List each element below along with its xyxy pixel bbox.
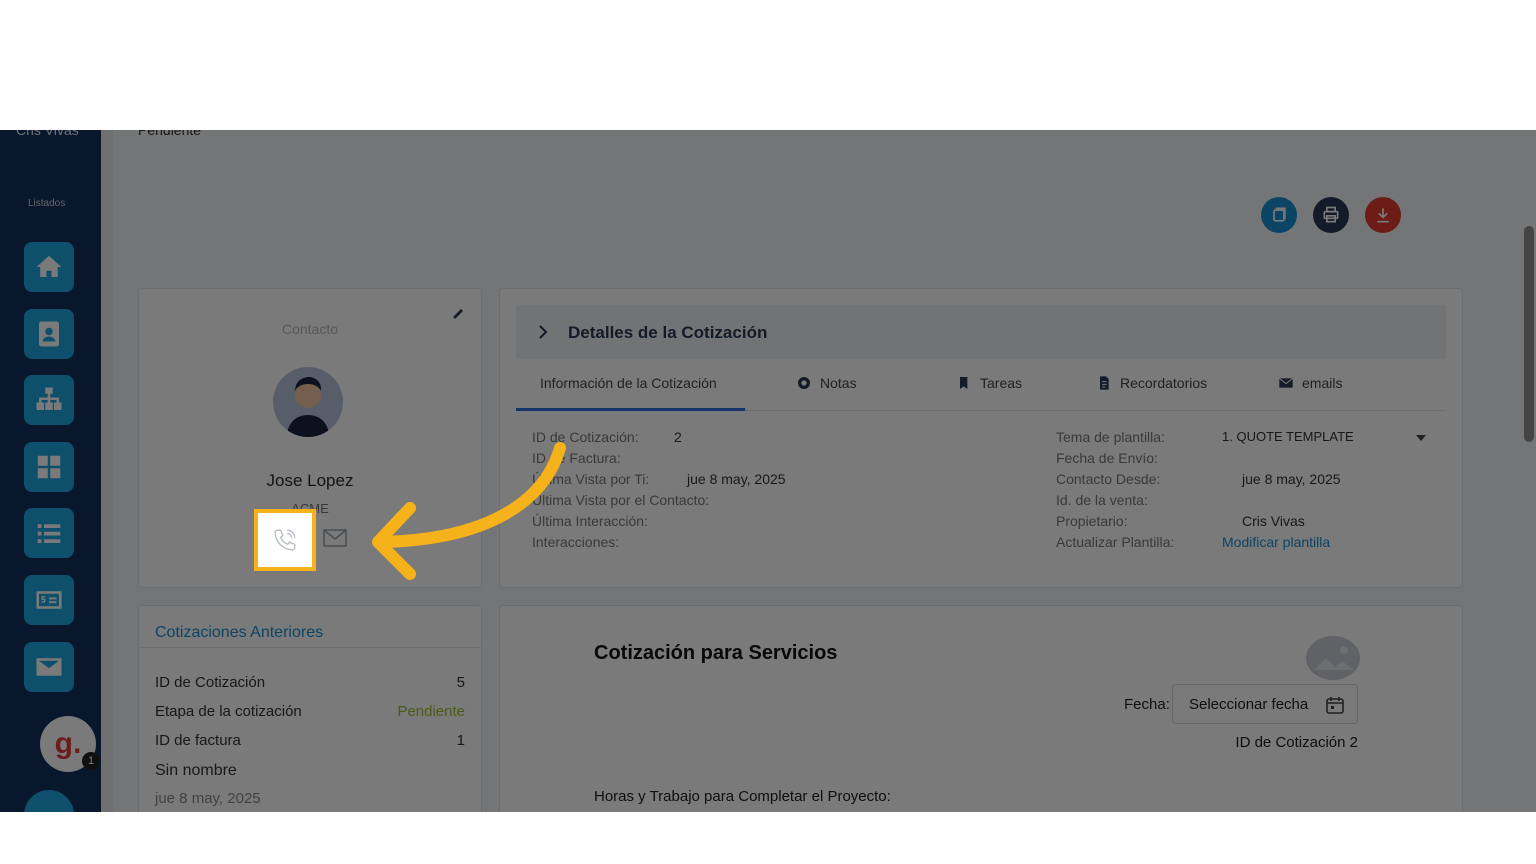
tab-notes-label: Notas [820, 375, 857, 391]
tab-info-label: Información de la Cotización [540, 375, 717, 391]
sidebar: Cris Vivas Listados g. 1 [0, 130, 101, 812]
fecha-envio-label: Fecha de Envío: [1056, 450, 1158, 466]
pointer-arrow-icon [372, 442, 566, 580]
quote-title: Cotización para Servicios [594, 642, 838, 664]
previous-quotes-divider [139, 647, 481, 648]
notes-icon [798, 377, 810, 389]
tema-plantilla-select[interactable]: 1. QUOTE TEMPLATE [1222, 429, 1354, 444]
tab-reminders-label: Recordatorios [1120, 375, 1208, 391]
emails-icon [1279, 377, 1293, 388]
invoice-icon [36, 591, 62, 609]
horas-trabajo-label: Horas y Trabajo para Completar el Proyec… [594, 788, 891, 805]
print-button[interactable] [1313, 197, 1349, 233]
calendar-icon[interactable] [1325, 695, 1345, 715]
contacto-desde-label: Contacto Desde: [1056, 471, 1161, 487]
sidebar-item-dashboard[interactable] [24, 442, 74, 492]
fecha-placeholder: Seleccionar fecha [1189, 695, 1309, 713]
prev-etapa-value: Pendiente [397, 703, 465, 720]
sidebar-item-lists[interactable] [24, 508, 74, 558]
modificar-plantilla-link[interactable]: Modificar plantilla [1222, 534, 1330, 550]
stage-text: Pendiente [138, 130, 202, 138]
id-cotizacion-value: 2 [674, 429, 682, 445]
previous-quotes-title: Cotizaciones Anteriores [155, 624, 324, 641]
propietario-label: Propietario: [1056, 513, 1128, 529]
prev-id-factura-label: ID de factura [155, 732, 241, 749]
page-scrollbar[interactable] [1524, 226, 1534, 442]
ultima-vista-ti-value: jue 8 may, 2025 [687, 471, 786, 487]
chevron-down-icon[interactable] [1416, 434, 1426, 442]
actualizar-plantilla-label: Actualizar Plantilla: [1056, 534, 1175, 550]
prev-id-factura-value: 1 [456, 732, 465, 749]
fecha-label: Fecha: [1124, 696, 1170, 713]
download-icon [1377, 208, 1389, 223]
details-header[interactable]: Detalles de la Cotización [516, 305, 1446, 359]
tab-reminders[interactable]: Recordatorios [1096, 375, 1207, 391]
sidebar-item-contacts[interactable] [24, 309, 74, 359]
quote-document-card: Cotización para Servicios Fecha: Selecci… [499, 605, 1463, 812]
phone-call-button[interactable] [254, 509, 316, 571]
quote-details-card: Detalles de la Cotización Información de… [499, 288, 1463, 588]
tab-emails-label: emails [1302, 375, 1343, 391]
home-icon [36, 255, 62, 277]
sidebar-user-name[interactable]: Cris Vivas [16, 130, 79, 138]
email-icon[interactable] [323, 529, 347, 547]
active-tab-indicator [516, 408, 745, 411]
list-icon [37, 524, 61, 543]
notification-badge: 1 [82, 752, 100, 770]
phone-icon [274, 529, 296, 551]
contacts-icon [39, 321, 59, 347]
grid-icon [37, 455, 61, 479]
propietario-value: Cris Vivas [1242, 513, 1305, 529]
tasks-icon [960, 377, 968, 389]
tab-notes[interactable]: Notas [796, 375, 857, 391]
org-chart-icon [36, 387, 62, 410]
tab-info[interactable]: Información de la Cotización [540, 375, 717, 391]
image-placeholder-icon[interactable] [1306, 636, 1360, 680]
sidebar-item-mail[interactable] [24, 642, 74, 692]
prev-id-cotizacion-value: 5 [456, 674, 465, 691]
tab-tasks[interactable]: Tareas [956, 375, 1022, 391]
quote-id-text: ID de Cotización 2 [1235, 734, 1358, 751]
sidebar-item-invoices[interactable] [24, 575, 74, 625]
copy-button[interactable] [1261, 197, 1297, 233]
prev-name-link[interactable]: Sin nombre [155, 762, 237, 780]
id-venta-label: Id. de la venta: [1056, 492, 1148, 508]
tab-tasks-label: Tareas [980, 375, 1023, 391]
prev-etapa-label: Etapa de la cotización [155, 703, 302, 720]
copy-icon [1273, 207, 1286, 222]
sidebar-divider [101, 130, 113, 812]
sidebar-item-organization[interactable] [24, 375, 74, 425]
reminders-icon [1100, 376, 1109, 390]
prev-id-cotizacion-label: ID de Cotización [155, 674, 266, 691]
app-window: Cris Vivas Listados g. 1 Pendiente Conta… [0, 130, 1536, 812]
avatar-letter: g. [54, 727, 82, 760]
tema-plantilla-label: Tema de plantilla: [1056, 429, 1165, 445]
mail-icon [36, 658, 62, 676]
tab-emails[interactable]: emails [1278, 375, 1342, 391]
contacto-desde-value: jue 8 may, 2025 [1242, 471, 1341, 487]
sidebar-item-more[interactable] [24, 790, 74, 812]
previous-quotes-card: Cotizaciones Anteriores ID de Cotización… [138, 605, 482, 812]
fecha-date-picker[interactable]: Seleccionar fecha [1172, 684, 1358, 724]
contact-avatar [273, 367, 343, 437]
prev-date: jue 8 may, 2025 [155, 790, 261, 807]
chevron-right-icon[interactable] [536, 323, 550, 341]
print-icon [1323, 206, 1339, 223]
contact-card-title: Contacto [281, 321, 339, 337]
download-button[interactable] [1365, 197, 1401, 233]
details-title: Detalles de la Cotización [568, 323, 768, 342]
sidebar-section-label: Listados [28, 198, 66, 209]
pencil-icon[interactable] [451, 305, 467, 321]
sidebar-item-home[interactable] [24, 242, 74, 292]
